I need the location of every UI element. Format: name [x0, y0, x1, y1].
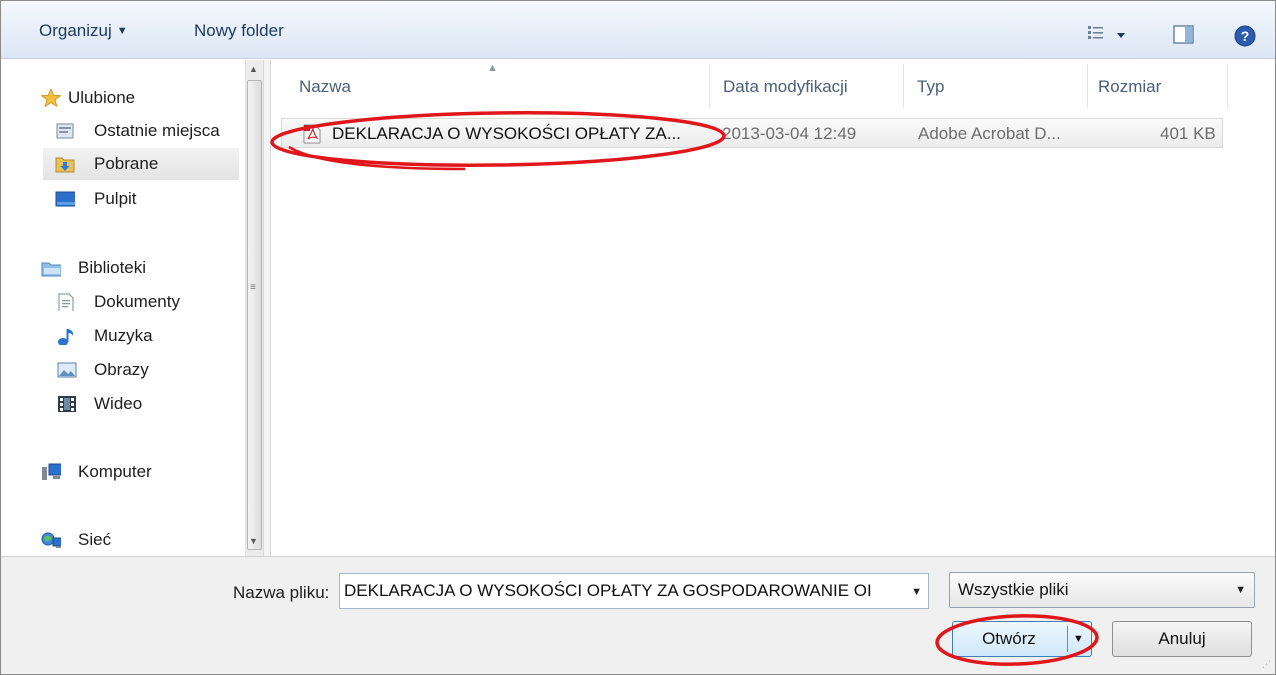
file-type: Adobe Acrobat D... [918, 124, 1061, 143]
nav-label-downloads: Pobrane [94, 154, 159, 173]
filename-combobox[interactable]: ▼ [339, 573, 929, 609]
nav-item-recent-places[interactable]: Ostatnie miejsca [1, 115, 245, 147]
pdf-file-icon [303, 124, 321, 144]
downloads-icon [55, 157, 75, 173]
nav-item-video[interactable]: Wideo [1, 388, 245, 420]
cancel-button[interactable]: Anuluj [1112, 621, 1252, 657]
column-divider[interactable] [709, 64, 710, 108]
column-divider[interactable] [903, 64, 904, 108]
help-icon: ? [1234, 25, 1256, 47]
nav-item-desktop[interactable]: Pulpit [1, 183, 245, 215]
star-icon [41, 89, 61, 107]
file-row[interactable]: DEKLARACJA O WYSOKOŚCI OPŁATY ZA... 2013… [281, 118, 1223, 148]
resize-grip-icon[interactable]: ⋰ [1262, 659, 1271, 670]
nav-label-libraries: Biblioteki [78, 258, 147, 277]
open-button[interactable]: Otwórz ▼ [952, 621, 1092, 657]
desktop-icon [55, 191, 75, 207]
open-file-dialog: Organizuj ▼ Nowy folder ? Ulubione Ostat… [0, 0, 1276, 675]
video-icon [58, 396, 76, 412]
scroll-up-icon[interactable]: ▲ [249, 64, 258, 74]
chevron-down-icon[interactable]: ▼ [911, 586, 922, 598]
nav-label-video: Wideo [94, 394, 143, 413]
nav-label-pictures: Obrazy [94, 360, 149, 379]
scrollbar-grip-icon: ≡ [250, 282, 256, 293]
libraries-icon [41, 262, 61, 277]
nav-label-computer: Komputer [78, 462, 152, 481]
column-divider[interactable] [1087, 64, 1088, 108]
scroll-down-icon[interactable]: ▼ [249, 536, 258, 546]
nav-label-favorites: Ulubione [68, 88, 136, 107]
file-date: 2013-03-04 12:49 [722, 124, 857, 143]
file-type-filter[interactable]: Wszystkie pliki ▼ [949, 572, 1255, 608]
nav-item-pictures[interactable]: Obrazy [1, 354, 245, 386]
preview-pane-icon [1173, 25, 1194, 44]
toolbar: Organizuj ▼ Nowy folder ? [1, 1, 1275, 59]
column-divider[interactable] [1227, 64, 1228, 108]
file-list: ▲ Nazwa Data modyfikacji Typ Rozmiar DEK… [271, 60, 1275, 556]
bottom-panel: Nazwa pliku: ▼ Wszystkie pliki ▼ Otwórz … [1, 556, 1275, 674]
nav-item-libraries[interactable]: Biblioteki [1, 252, 245, 284]
nav-item-music[interactable]: Muzyka [1, 320, 245, 352]
new-folder-button[interactable]: Nowy folder [194, 19, 284, 43]
preview-pane-button[interactable] [1173, 25, 1195, 50]
nav-item-documents[interactable]: Dokumenty [1, 286, 245, 318]
filename-label: Nazwa pliku: [233, 583, 330, 602]
column-header-date[interactable]: Data modyfikacji [723, 72, 848, 102]
navigation-scrollbar[interactable]: ▲ ≡ ▼ [245, 60, 263, 556]
nav-item-downloads[interactable]: Pobrane [43, 148, 239, 180]
column-header-name[interactable]: Nazwa [299, 72, 351, 102]
documents-icon [58, 293, 74, 311]
recent-places-icon [56, 123, 74, 139]
nav-item-network[interactable]: Sieć [1, 524, 245, 556]
scrollbar-thumb[interactable] [247, 80, 262, 550]
sort-ascending-icon: ▲ [487, 62, 498, 74]
nav-label-documents: Dokumenty [94, 292, 180, 311]
filter-value: Wszystkie pliki [958, 580, 1069, 599]
nav-label-music: Muzyka [94, 326, 153, 345]
help-button[interactable]: ? [1234, 25, 1256, 52]
column-header-type[interactable]: Typ [917, 72, 944, 102]
chevron-down-icon: ▼ [116, 25, 128, 37]
navigation-pane: Ulubione Ostatnie miejsca Pobrane Pulpit [1, 60, 263, 556]
nav-item-computer[interactable]: Komputer [1, 456, 245, 488]
network-icon [41, 532, 61, 548]
views-button[interactable] [1087, 25, 1131, 45]
svg-text:?: ? [1241, 28, 1250, 44]
split-divider [1067, 626, 1068, 652]
open-button-label: Otwórz [982, 629, 1036, 648]
nav-item-favorites[interactable]: Ulubione [1, 82, 245, 114]
file-size: 401 KB [1160, 124, 1216, 143]
views-icon [1088, 26, 1125, 39]
music-icon [58, 329, 74, 345]
organize-button[interactable]: Organizuj ▼ [39, 19, 128, 43]
chevron-down-icon[interactable]: ▼ [1235, 584, 1246, 596]
organize-label: Organizuj [39, 21, 112, 40]
pictures-icon [57, 362, 77, 378]
nav-label-network: Sieć [78, 530, 112, 549]
filename-input[interactable] [344, 576, 900, 606]
open-options-dropdown-icon[interactable]: ▼ [1073, 633, 1084, 645]
nav-label-desktop: Pulpit [94, 189, 137, 208]
nav-label-recent-places: Ostatnie miejsca [94, 121, 220, 140]
computer-icon [42, 463, 61, 480]
file-name: DEKLARACJA O WYSOKOŚCI OPŁATY ZA... [332, 124, 681, 143]
column-header-size[interactable]: Rozmiar [1098, 72, 1161, 102]
pane-splitter[interactable] [263, 60, 271, 556]
